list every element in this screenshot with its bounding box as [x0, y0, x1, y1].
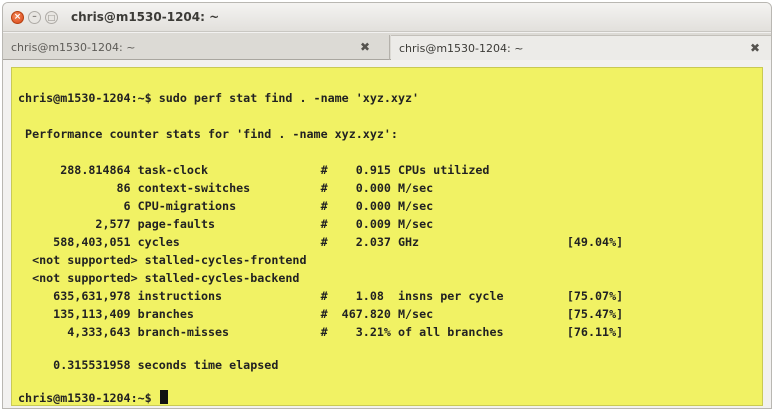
tab-terminal-1[interactable]: chris@m1530-1204: ~ ✖ — [3, 35, 390, 60]
tab-close-icon[interactable]: ✖ — [750, 42, 760, 54]
tab-terminal-2[interactable]: chris@m1530-1204: ~ ✖ — [391, 35, 771, 60]
tab-label: chris@m1530-1204: ~ — [399, 41, 524, 55]
terminal-line-stalled-frontend: <not supported> stalled-cycles-frontend — [18, 253, 307, 267]
terminal-line-command: chris@m1530-1204:~$ sudo perf stat find … — [18, 91, 420, 105]
text-cursor — [159, 390, 168, 404]
tab-label: chris@m1530-1204: ~ — [11, 41, 136, 54]
maximize-icon: □ — [47, 12, 56, 22]
terminal-line-page-faults: 2,577 page-faults # 0.009 M/sec — [18, 217, 434, 231]
window-title: chris@m1530-1204: ~ — [71, 10, 220, 24]
maximize-window-button[interactable]: □ — [45, 11, 58, 24]
terminal-prompt: chris@m1530-1204:~$ — [18, 391, 159, 405]
terminal-line-branch-misses: 4,333,643 branch-misses # 3.21% of all b… — [18, 325, 624, 339]
terminal-line-header: Performance counter stats for 'find . -n… — [18, 127, 398, 141]
close-icon: × — [13, 12, 22, 22]
terminal-line-task-clock: 288.814864 task-clock # 0.915 CPUs utili… — [18, 163, 490, 177]
terminal-line-context-switches: 86 context-switches # 0.000 M/sec — [18, 181, 434, 195]
tab-bar: chris@m1530-1204: ~ ✖ chris@m1530-1204: … — [3, 33, 771, 60]
title-bar[interactable]: × – □ chris@m1530-1204: ~ — [3, 3, 771, 32]
terminal-window: × – □ chris@m1530-1204: ~ chris@m1530-12… — [2, 2, 772, 409]
terminal-prompt-line[interactable]: chris@m1530-1204:~$ — [18, 390, 168, 406]
terminal-line-cycles: 588,403,051 cycles # 2.037 GHz [49.04%] — [18, 235, 624, 249]
close-window-button[interactable]: × — [11, 11, 24, 24]
terminal-output[interactable]: chris@m1530-1204:~$ sudo perf stat find … — [11, 67, 763, 406]
tab-close-icon[interactable]: ✖ — [360, 41, 370, 53]
minimize-window-button[interactable]: – — [28, 11, 41, 24]
terminal-line-branches: 135,113,409 branches # 467.820 M/sec [75… — [18, 307, 624, 321]
terminal-line-cpu-migrations: 6 CPU-migrations # 0.000 M/sec — [18, 199, 434, 213]
terminal-line-instructions: 635,631,978 instructions # 1.08 insns pe… — [18, 289, 624, 303]
terminal-line-time-elapsed: 0.315531958 seconds time elapsed — [18, 358, 279, 372]
minimize-icon: – — [32, 12, 37, 22]
terminal-line-stalled-backend: <not supported> stalled-cycles-backend — [18, 271, 300, 285]
